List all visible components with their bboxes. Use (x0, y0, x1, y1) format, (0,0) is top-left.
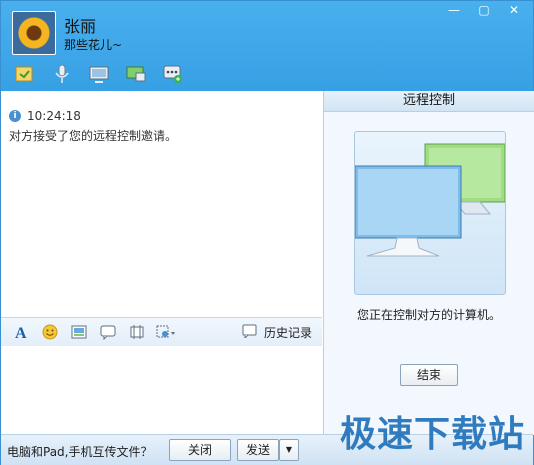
chat-window: 张丽 那些花儿~ — ▢ ✕ i 10:24:18 对方接受了您的远程控制邀请。… (0, 0, 534, 465)
contact-name: 张丽 (64, 17, 97, 36)
more-apps-icon[interactable] (161, 63, 185, 85)
close-chat-button[interactable]: 关闭 (169, 439, 231, 461)
watermark: 极速下载站 (340, 414, 526, 455)
window-controls: — ▢ ✕ (441, 3, 527, 19)
maximize-button[interactable]: ▢ (471, 3, 497, 19)
svg-text:A: A (15, 325, 27, 340)
remote-panel-title: 远程控制 (324, 91, 534, 112)
font-icon[interactable]: A (11, 323, 30, 341)
remote-control-panel: 远程控制 您正在控制对方的计算机。 结束 (323, 91, 534, 435)
message-time: i 10:24:18 (9, 109, 81, 123)
minimize-button[interactable]: — (441, 3, 467, 19)
file-transfer-icon[interactable] (13, 63, 37, 85)
avatar[interactable] (12, 11, 56, 55)
end-remote-button[interactable]: 结束 (400, 364, 458, 386)
voice-icon[interactable] (50, 63, 74, 85)
send-button[interactable]: 发送 (237, 439, 279, 461)
contact-signature: 那些花儿~ (64, 38, 123, 52)
message-time-text: 10:24:18 (27, 109, 81, 123)
format-toolbar: A 历史记录 (1, 317, 322, 346)
message-bubble-icon[interactable] (98, 323, 117, 341)
header: 张丽 那些花儿~ — ▢ ✕ (1, 1, 533, 91)
message-input[interactable] (1, 346, 322, 434)
send-options-dropdown[interactable]: ▼ (279, 439, 299, 461)
history-button[interactable]: 历史记录 (242, 324, 312, 341)
close-button[interactable]: ✕ (501, 3, 527, 19)
history-icon (242, 324, 258, 341)
info-icon: i (9, 110, 21, 122)
screen-capture-dropdown-icon[interactable] (156, 323, 175, 341)
emoji-icon[interactable] (40, 323, 59, 341)
history-label: 历史记录 (263, 326, 312, 340)
remote-desktop-icon[interactable] (124, 63, 148, 85)
image-icon[interactable] (69, 323, 88, 341)
video-icon[interactable] (87, 63, 111, 85)
file-transfer-prompt[interactable]: 电脑和Pad,手机互传文件？ (7, 443, 152, 460)
system-message: 对方接受了您的远程控制邀请。 (9, 129, 178, 143)
screenshot-icon[interactable] (127, 323, 146, 341)
message-area[interactable]: i 10:24:18 对方接受了您的远程控制邀请。 (1, 91, 322, 317)
toolbar (13, 63, 185, 85)
remote-computers-illustration (354, 131, 506, 295)
remote-status-text: 您正在控制对方的计算机。 (356, 308, 501, 322)
